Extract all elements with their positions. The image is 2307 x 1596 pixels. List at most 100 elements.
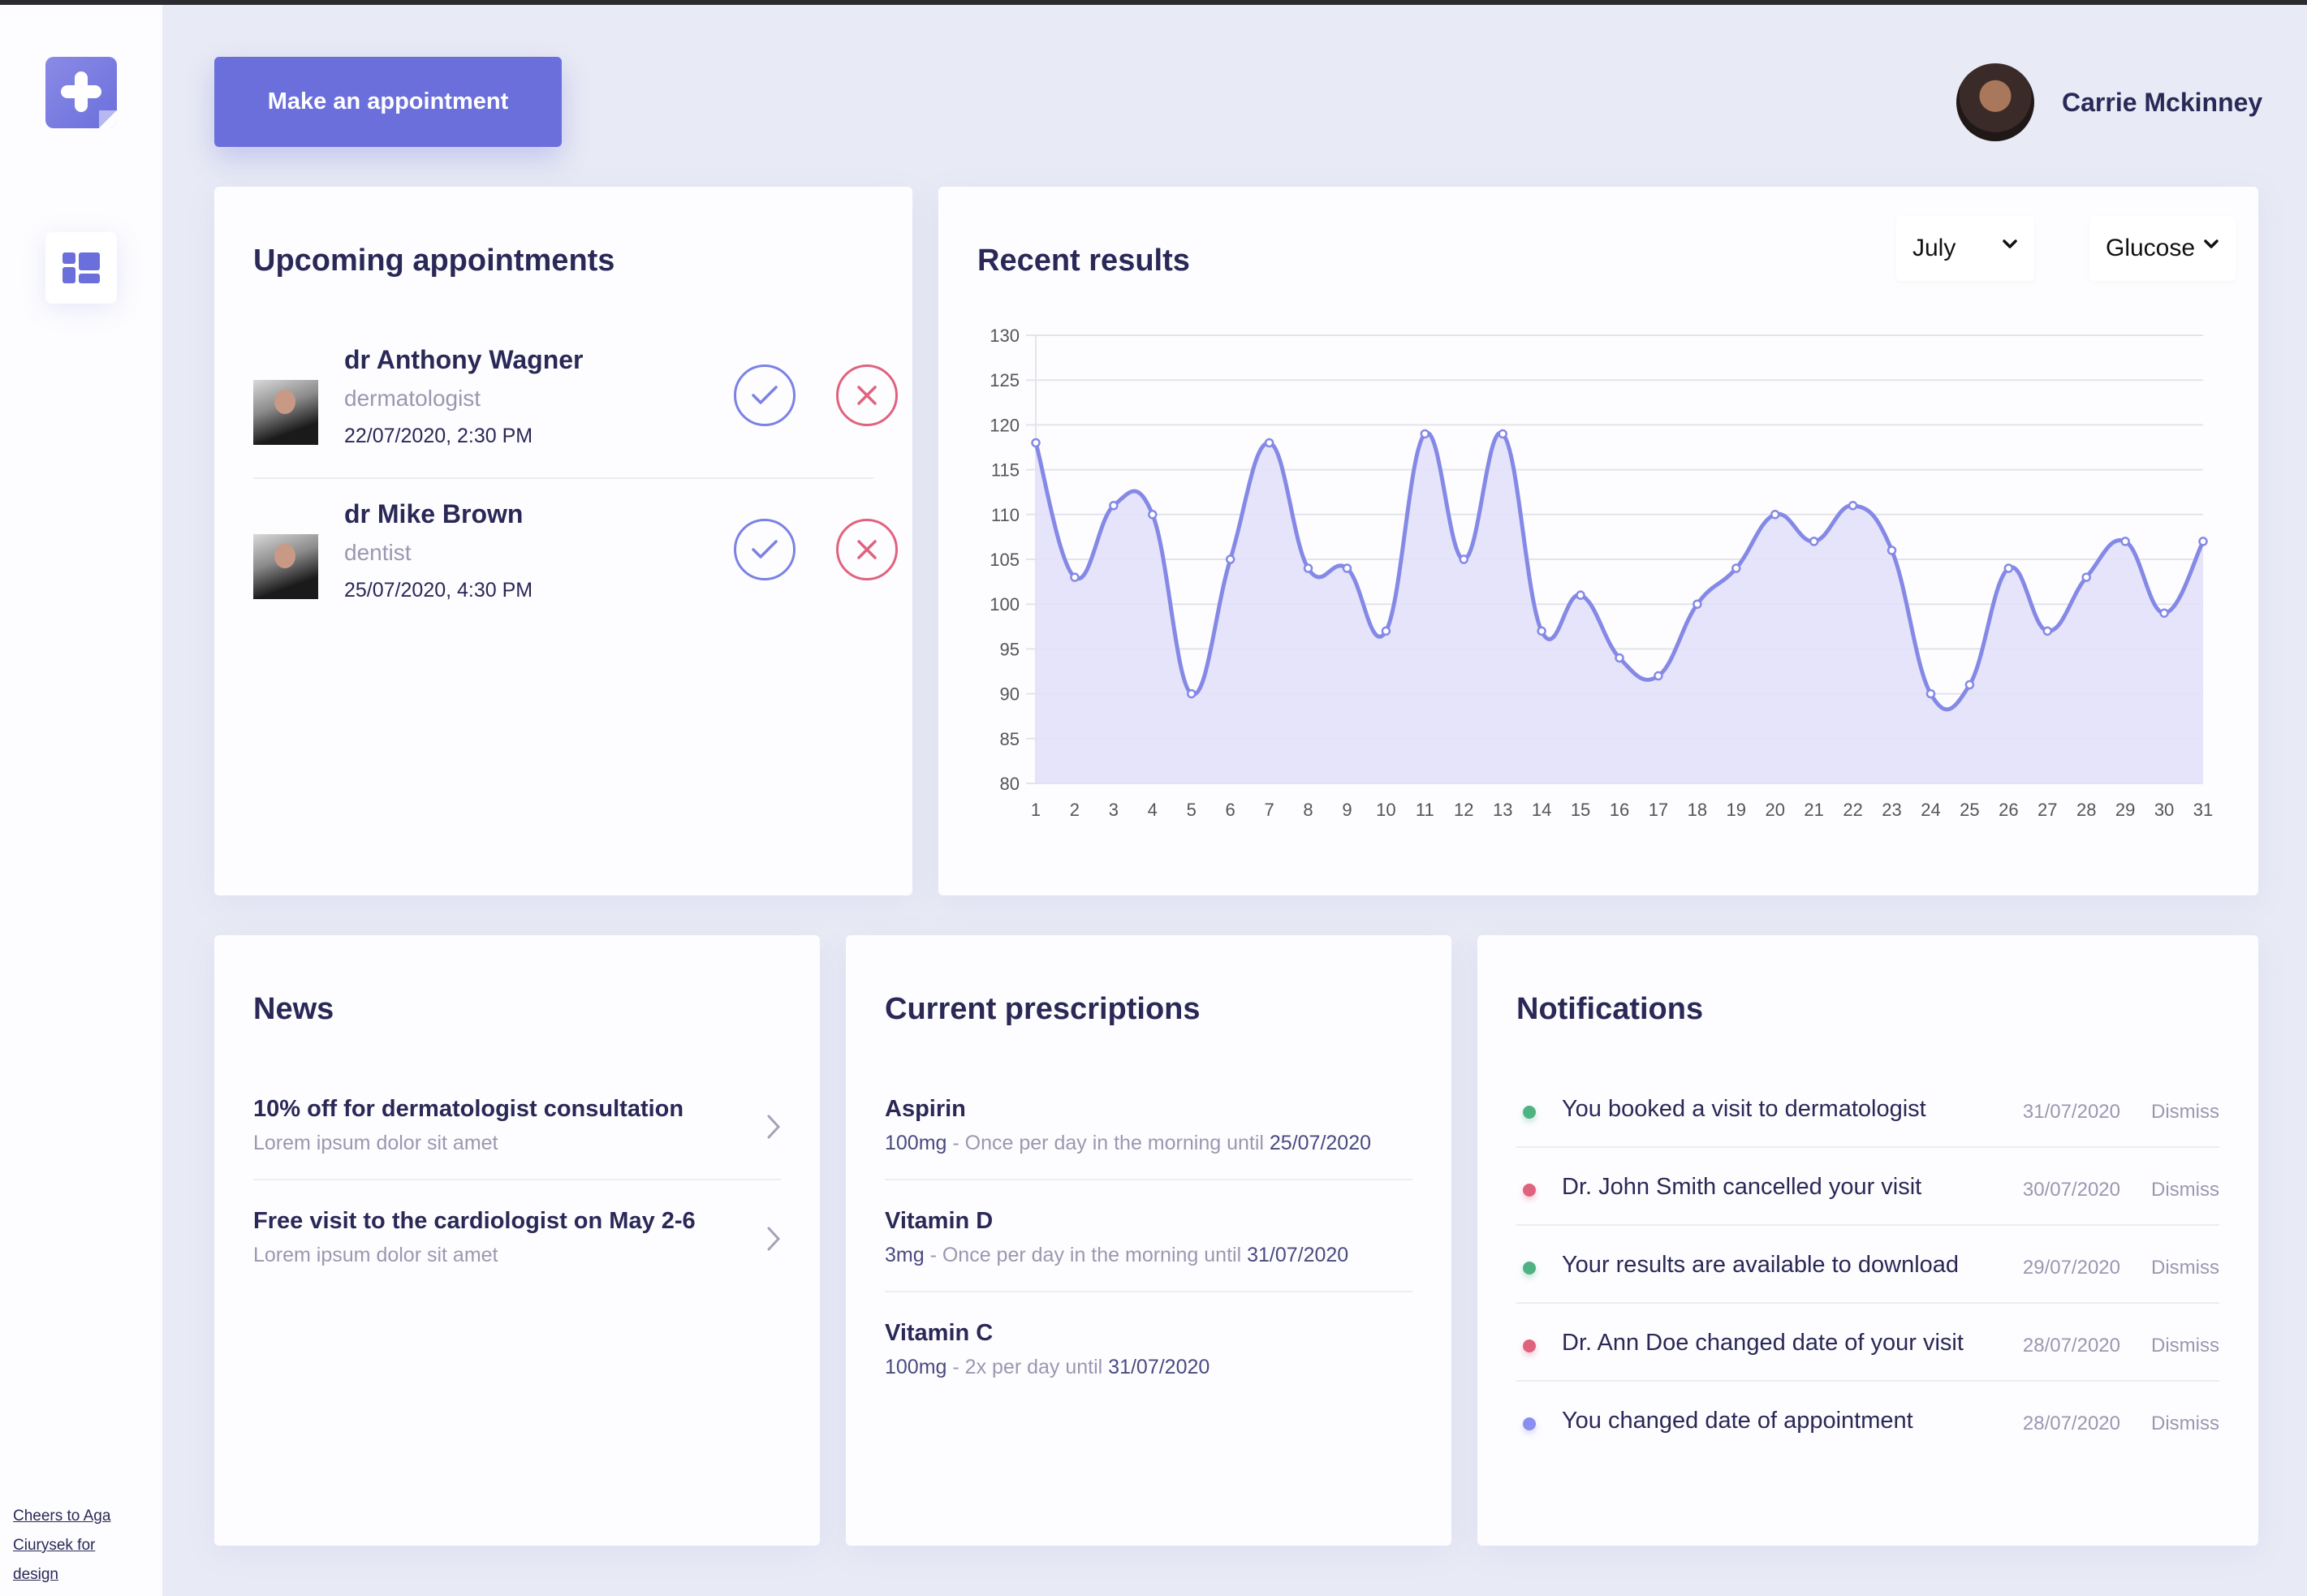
decline-appointment-button[interactable] <box>836 364 898 426</box>
y-tick-label: 90 <box>1000 684 1020 705</box>
status-dot-icon <box>1523 1106 1536 1119</box>
card-title: News <box>253 992 334 1026</box>
x-tick-label: 30 <box>2154 800 2174 820</box>
news-subtitle: Lorem ipsum dolor sit amet <box>253 1132 498 1154</box>
data-point <box>1809 537 1819 546</box>
divider <box>1516 1146 2219 1148</box>
sidebar: Cheers to Aga Ciurysek for design <box>0 5 162 1596</box>
medication-name: Vitamin D <box>885 1208 994 1234</box>
x-tick-label: 5 <box>1187 800 1197 820</box>
divider <box>253 1179 781 1180</box>
x-tick-label: 13 <box>1493 800 1512 820</box>
news-item[interactable]: 10% off for dermatologist consultation L… <box>253 1096 781 1208</box>
x-tick-label: 11 <box>1416 800 1434 820</box>
prescription-item: Vitamin D 3mg - Once per day in the morn… <box>885 1208 1412 1320</box>
window-top-bar <box>0 0 2307 5</box>
doctor-specialty: dentist <box>344 540 412 565</box>
data-point <box>2198 537 2208 546</box>
data-point <box>1303 563 1313 573</box>
data-point <box>1109 501 1119 511</box>
upcoming-appointments-card: Upcoming appointments dr Anthony Wagner … <box>214 187 912 895</box>
divider <box>1516 1380 2219 1382</box>
y-tick-label: 110 <box>991 505 1020 525</box>
medical-cross-icon[interactable] <box>45 57 117 128</box>
data-point <box>1342 563 1352 573</box>
accept-appointment-button[interactable] <box>734 364 796 426</box>
y-tick-label: 115 <box>991 460 1020 481</box>
status-dot-icon <box>1523 1184 1536 1197</box>
data-point <box>1420 429 1430 439</box>
x-tick-label: 16 <box>1610 800 1629 820</box>
x-tick-label: 27 <box>2037 800 2057 820</box>
x-tick-label: 2 <box>1070 800 1080 820</box>
x-tick-label: 14 <box>1532 800 1551 820</box>
check-icon <box>752 540 778 559</box>
sidebar-item-dashboard[interactable] <box>45 232 117 304</box>
data-point <box>1654 671 1663 681</box>
x-tick-label: 20 <box>1765 800 1784 820</box>
data-point <box>1693 599 1702 609</box>
dismiss-button[interactable]: Dismiss <box>2151 1335 2219 1357</box>
prescription-item: Aspirin 100mg - Once per day in the morn… <box>885 1096 1412 1208</box>
x-tick-label: 25 <box>1960 800 1979 820</box>
divider <box>1516 1302 2219 1304</box>
notification-text: Your results are available to download <box>1562 1252 1960 1278</box>
doctor-photo <box>253 380 318 445</box>
recent-results-card: Recent results July Glucose 130 125 120 115… <box>938 187 2258 895</box>
avatar[interactable] <box>1956 63 2034 141</box>
notification-text: You changed date of appointment <box>1562 1408 1913 1434</box>
accept-appointment-button[interactable] <box>734 519 796 580</box>
doctor-name: dr Anthony Wagner <box>344 345 584 374</box>
user-profile[interactable]: Carrie Mckinney <box>1956 63 2262 141</box>
notifications-card: Notifications You booked a visit to derm… <box>1477 935 2258 1546</box>
design-credit: Cheers to Aga Ciurysek for design <box>13 1502 135 1590</box>
news-title: 10% off for dermatologist consultation <box>253 1096 684 1122</box>
dismiss-button[interactable]: Dismiss <box>2151 1101 2219 1124</box>
y-tick-label: 100 <box>990 594 1020 615</box>
notification-date: 31/07/2020 <box>2022 1101 2120 1123</box>
x-tick-label: 7 <box>1264 800 1274 820</box>
data-point <box>1381 626 1391 636</box>
check-icon <box>752 386 778 404</box>
dismiss-button[interactable]: Dismiss <box>2151 1257 2219 1279</box>
decline-appointment-button[interactable] <box>836 519 898 580</box>
y-tick-label: 105 <box>990 550 1020 570</box>
x-tick-label: 4 <box>1148 800 1158 820</box>
close-icon <box>857 540 877 559</box>
data-point <box>1770 510 1780 520</box>
y-tick-label: 130 <box>990 326 1020 346</box>
make-appointment-button[interactable]: Make an appointment <box>214 57 562 147</box>
news-item[interactable]: Free visit to the cardiologist on May 2-… <box>253 1208 781 1320</box>
card-title: Notifications <box>1516 992 1704 1026</box>
x-tick-label: 18 <box>1688 800 1707 820</box>
chevron-right-icon <box>767 1115 781 1139</box>
notification-text: You booked a visit to dermatologist <box>1562 1096 1926 1122</box>
data-point <box>1225 554 1235 564</box>
data-point <box>1731 563 1741 573</box>
prescription-item: Vitamin C 100mg - 2x per day until 31/07… <box>885 1320 1412 1432</box>
dismiss-button[interactable]: Dismiss <box>2151 1179 2219 1201</box>
data-point <box>1615 653 1624 663</box>
x-tick-label: 26 <box>1999 800 2018 820</box>
x-tick-label: 19 <box>1727 800 1746 820</box>
x-tick-label: 1 <box>1031 800 1041 820</box>
data-point <box>2003 563 2014 573</box>
data-point <box>1186 688 1197 699</box>
appointment-datetime: 25/07/2020, 4:30 PM <box>344 579 533 602</box>
data-point <box>1070 572 1080 582</box>
status-dot-icon <box>1523 1417 1536 1430</box>
notification-date: 29/07/2020 <box>2022 1257 2120 1279</box>
prescription-detail: 100mg - Once per day in the morning unti… <box>885 1132 1372 1154</box>
x-tick-label: 24 <box>1921 800 1940 820</box>
dismiss-button[interactable]: Dismiss <box>2151 1413 2219 1435</box>
notification-text: Dr. John Smith cancelled your visit <box>1562 1174 1922 1200</box>
close-icon <box>857 386 877 405</box>
x-tick-label: 9 <box>1342 800 1352 820</box>
y-tick-label: 85 <box>1000 729 1020 749</box>
x-tick-label: 17 <box>1649 800 1668 820</box>
credit-link[interactable]: Cheers to Aga Ciurysek for design <box>13 1508 110 1583</box>
news-title: Free visit to the cardiologist on May 2-… <box>253 1208 696 1234</box>
x-tick-label: 6 <box>1226 800 1235 820</box>
data-point <box>1148 510 1158 520</box>
dashboard-icon <box>63 252 100 283</box>
